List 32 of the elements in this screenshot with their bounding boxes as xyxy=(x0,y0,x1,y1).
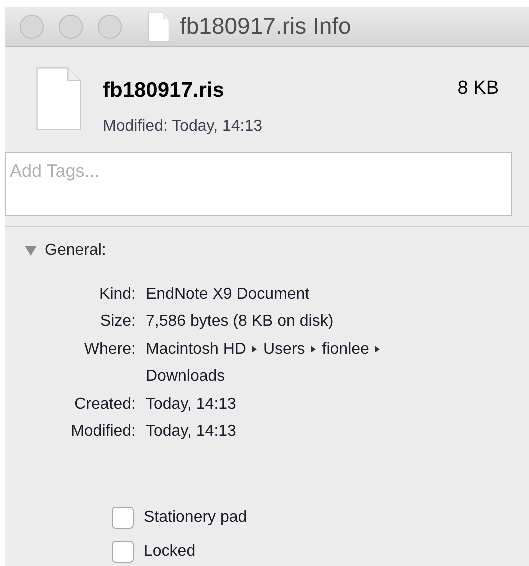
property-value: 7,586 bytes (8 KB on disk) xyxy=(146,312,334,332)
window-title: fb180917.ris Info xyxy=(180,12,352,42)
modified-date: Modified: Today, 14:13 xyxy=(103,116,264,136)
minimize-button[interactable] xyxy=(59,14,83,38)
property-value: Today, 14:13 xyxy=(146,422,236,442)
checkbox-label: Locked xyxy=(144,542,196,562)
folder-name: fionlee xyxy=(322,340,370,360)
checkbox[interactable] xyxy=(112,506,134,528)
folder-name: Macintosh HD xyxy=(146,340,246,360)
disclosure-triangle-icon[interactable] xyxy=(25,244,37,256)
property-label: Modified: xyxy=(70,422,136,442)
property-value: Today, 14:13 xyxy=(146,394,236,414)
folder-name: Users xyxy=(263,340,306,360)
path-separator-icon xyxy=(252,346,258,353)
file-size: 8 KB xyxy=(458,77,499,101)
section-title: General: xyxy=(45,240,106,260)
document-icon xyxy=(35,67,83,131)
property-label: Size: xyxy=(99,312,136,332)
tags-field[interactable]: Add Tags... xyxy=(5,152,512,216)
property-label: Created: xyxy=(74,394,136,414)
checkbox-label: Stationery pad xyxy=(144,508,248,528)
document-icon xyxy=(148,12,170,42)
path-separator-icon xyxy=(311,346,316,353)
property-value: EndNote X9 Document xyxy=(146,284,310,304)
checkbox[interactable] xyxy=(112,540,134,562)
property-label: Where: xyxy=(83,340,136,360)
close-button[interactable] xyxy=(20,14,44,38)
file-name: fb180917.ris xyxy=(103,78,224,104)
property-label: Kind: xyxy=(98,284,136,304)
folder-name: Downloads xyxy=(146,367,226,387)
zoom-button[interactable] xyxy=(98,14,122,38)
path-separator-icon xyxy=(375,346,380,353)
